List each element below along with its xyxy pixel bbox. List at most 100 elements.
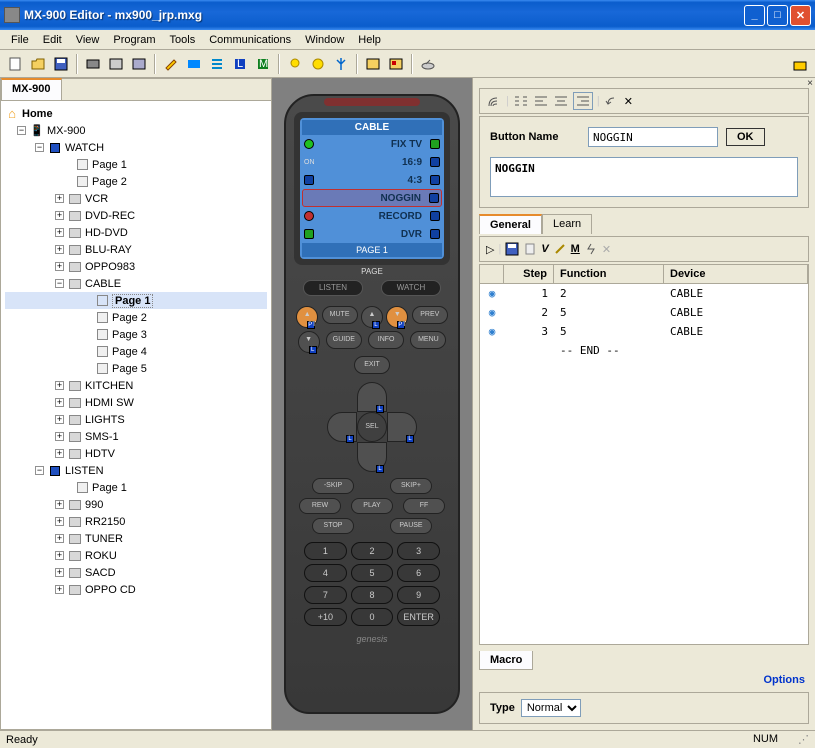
globe-icon[interactable] xyxy=(307,53,329,75)
tree-mx900[interactable]: −📱MX-900 xyxy=(5,122,267,139)
exit-button[interactable]: EXIT xyxy=(354,356,390,374)
tab-macro[interactable]: Macro xyxy=(479,651,533,670)
tree-990[interactable]: +990 xyxy=(5,496,267,513)
tool-3-icon[interactable] xyxy=(128,53,150,75)
align-center-icon[interactable] xyxy=(553,94,569,108)
guide-button[interactable]: GUIDE xyxy=(326,331,362,349)
expand-icon[interactable]: + xyxy=(55,500,64,509)
col-step[interactable]: Step xyxy=(504,265,554,283)
rew-button[interactable]: REW xyxy=(299,498,341,514)
col-device[interactable]: Device xyxy=(664,265,808,283)
device-tree[interactable]: ⌂Home −📱MX-900 −WATCH Page 1 Page 2 +VCR… xyxy=(1,101,271,729)
tree-lights[interactable]: +LIGHTS xyxy=(5,411,267,428)
tree-rr2150[interactable]: +RR2150 xyxy=(5,513,267,530)
stop-button[interactable]: STOP xyxy=(312,518,354,534)
tree-hdtv[interactable]: +HDTV xyxy=(5,445,267,462)
gradient-icon[interactable] xyxy=(183,53,205,75)
expand-icon[interactable]: + xyxy=(55,415,64,424)
menu-view[interactable]: View xyxy=(69,32,107,48)
expand-icon[interactable]: + xyxy=(55,432,64,441)
macro-rows[interactable]: ◉12CABLE ◉25CABLE ◉35CABLE -- END -- xyxy=(480,284,808,360)
info-button[interactable]: INFO xyxy=(368,331,404,349)
col-function[interactable]: Function xyxy=(554,265,664,283)
menu-communications[interactable]: Communications xyxy=(202,32,298,48)
tree-listen-page1[interactable]: Page 1 xyxy=(5,479,267,496)
edit-icon[interactable] xyxy=(160,53,182,75)
num-plus10-button[interactable]: +10 xyxy=(304,608,347,626)
watch-button[interactable]: WATCH xyxy=(381,280,441,296)
tree-sms1[interactable]: +SMS-1 xyxy=(5,428,267,445)
panel-close-icon[interactable]: × xyxy=(807,78,813,89)
delete-step-icon[interactable]: ✕ xyxy=(602,243,611,256)
m-tool-icon[interactable]: M xyxy=(571,243,580,255)
tree-kitchen[interactable]: +KITCHEN xyxy=(5,377,267,394)
collapse-icon[interactable]: − xyxy=(35,143,44,152)
save-macro-icon[interactable] xyxy=(505,242,519,256)
tree-cable-page1[interactable]: Page 1 xyxy=(5,292,267,309)
tree-dvdrec[interactable]: +DVD-REC xyxy=(5,207,267,224)
tree-watch-page1[interactable]: Page 1 xyxy=(5,156,267,173)
play-button[interactable]: PLAY xyxy=(351,498,393,514)
delay-icon[interactable] xyxy=(584,242,598,256)
tree-cable-page5[interactable]: Page 5 xyxy=(5,360,267,377)
align-tool-icon[interactable] xyxy=(513,94,529,108)
tree-oppo983[interactable]: +OPPO983 xyxy=(5,258,267,275)
corner-icon[interactable] xyxy=(789,53,811,75)
tree-roku[interactable]: +ROKU xyxy=(5,547,267,564)
maximize-button[interactable]: □ xyxy=(767,5,788,26)
num-0-button[interactable]: 0 xyxy=(351,608,394,626)
menu-help[interactable]: Help xyxy=(351,32,388,48)
menu-tools[interactable]: Tools xyxy=(163,32,203,48)
tree-cable-page2[interactable]: Page 2 xyxy=(5,309,267,326)
expand-icon[interactable]: + xyxy=(55,211,64,220)
expand-icon[interactable]: + xyxy=(55,585,64,594)
tool-2-icon[interactable] xyxy=(105,53,127,75)
minimize-button[interactable]: _ xyxy=(744,5,765,26)
macro-row-2[interactable]: ◉25CABLE xyxy=(480,303,808,322)
m-icon[interactable]: M xyxy=(252,53,274,75)
play-icon[interactable]: ▷ xyxy=(486,243,494,256)
dpad-left-button[interactable]: L xyxy=(327,412,357,442)
collapse-icon[interactable]: − xyxy=(17,126,26,135)
dpad-right-button[interactable]: L xyxy=(387,412,417,442)
tree-sacd[interactable]: +SACD xyxy=(5,564,267,581)
tree-listen[interactable]: −LISTEN xyxy=(5,462,267,479)
bulb-icon[interactable] xyxy=(284,53,306,75)
lcd-row-4-selected[interactable]: NOGGIN xyxy=(302,189,442,207)
num-1-button[interactable]: 1 xyxy=(304,542,347,560)
expand-icon[interactable]: + xyxy=(55,551,64,560)
num-3-button[interactable]: 3 xyxy=(397,542,440,560)
expand-icon[interactable]: + xyxy=(55,194,64,203)
tree-hdmisw[interactable]: +HDMI SW xyxy=(5,394,267,411)
prev-button[interactable]: PREV xyxy=(412,306,448,324)
tree-vcr[interactable]: +VCR xyxy=(5,190,267,207)
clipboard-icon[interactable] xyxy=(523,242,537,256)
expand-icon[interactable]: + xyxy=(55,245,64,254)
lcd-row-1[interactable]: FIX TV xyxy=(302,135,442,153)
tree-oppocd[interactable]: +OPPO CD xyxy=(5,581,267,598)
lcd-row-3[interactable]: 4:3 xyxy=(302,171,442,189)
align-left-icon[interactable] xyxy=(533,94,549,108)
tree-watch[interactable]: −WATCH xyxy=(5,139,267,156)
button-name-input[interactable] xyxy=(588,127,718,147)
options-link[interactable]: Options xyxy=(763,674,805,686)
device-icon[interactable] xyxy=(417,53,439,75)
ch-down-button[interactable]: ▼L xyxy=(298,331,320,353)
tree-bluray[interactable]: +BLU-RAY xyxy=(5,241,267,258)
expand-icon[interactable]: + xyxy=(55,568,64,577)
menu-edit[interactable]: Edit xyxy=(36,32,69,48)
expand-icon[interactable]: + xyxy=(55,228,64,237)
tree-watch-page2[interactable]: Page 2 xyxy=(5,173,267,190)
tree-cable-page3[interactable]: Page 3 xyxy=(5,326,267,343)
enter-button[interactable]: ENTER xyxy=(397,608,440,626)
ok-button[interactable]: OK xyxy=(726,128,765,146)
dpad-down-button[interactable]: L xyxy=(357,442,387,472)
new-icon[interactable] xyxy=(4,53,26,75)
num-7-button[interactable]: 7 xyxy=(304,586,347,604)
type-select[interactable]: Normal xyxy=(521,699,581,717)
collapse-icon[interactable]: − xyxy=(55,279,64,288)
lcd-row-6[interactable]: DVR xyxy=(302,225,442,243)
expand-icon[interactable]: + xyxy=(55,517,64,526)
vol-up-button[interactable]: ▲PT xyxy=(296,306,318,328)
dpad-sel-button[interactable]: SEL xyxy=(357,412,387,442)
